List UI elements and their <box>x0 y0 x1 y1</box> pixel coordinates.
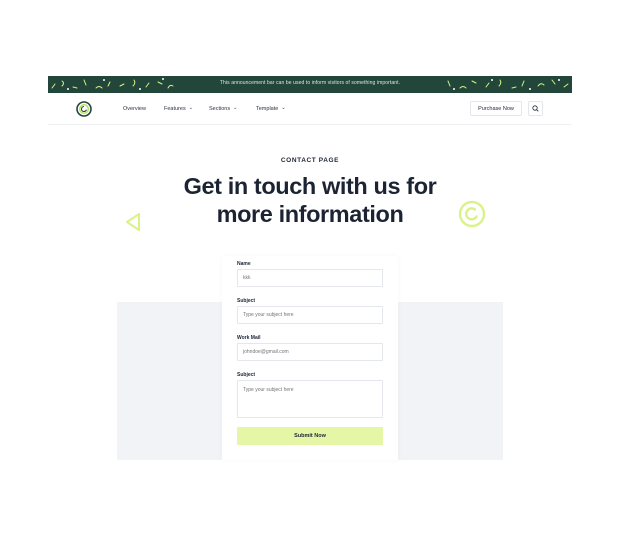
nav-features[interactable]: Features ⌄ <box>164 105 193 112</box>
chevron-down-icon: ⌄ <box>188 105 193 111</box>
nav-template[interactable]: Template ⌄ <box>256 105 286 112</box>
subject-label: Subject <box>237 298 256 304</box>
logo-icon[interactable] <box>76 101 92 117</box>
name-input[interactable] <box>237 269 383 287</box>
message-textarea[interactable] <box>237 380 383 418</box>
nav-sections-label: Sections <box>209 106 231 112</box>
nav-overview-label: Overview <box>123 106 146 112</box>
chevron-down-icon: ⌄ <box>233 105 238 111</box>
nav-sections[interactable]: Sections ⌄ <box>209 105 238 112</box>
announcement-bar: This announcement bar can be used to inf… <box>48 76 572 93</box>
nav-template-label: Template <box>256 106 279 112</box>
page-title-line1: Get in touch with us for <box>183 173 437 199</box>
subject-input[interactable] <box>237 306 383 324</box>
chevron-down-icon: ⌄ <box>281 105 286 111</box>
search-button[interactable] <box>528 101 543 116</box>
spiral-decor-icon <box>458 200 486 228</box>
nav-features-label: Features <box>164 106 186 112</box>
page-eyebrow: CONTACT PAGE <box>280 157 340 164</box>
name-label: Name <box>237 261 251 267</box>
page-frame: This announcement bar can be used to inf… <box>48 76 572 466</box>
submit-button[interactable]: Submit Now <box>237 427 383 445</box>
purchase-now-button[interactable]: Purchase Now <box>470 101 522 116</box>
work-mail-input[interactable] <box>237 343 383 361</box>
triangle-decor-icon <box>126 213 140 231</box>
message-subject-label: Subject <box>237 372 256 378</box>
search-icon <box>532 105 539 112</box>
work-mail-label: Work Mail <box>237 335 261 341</box>
navbar: Overview Features ⌄ Sections ⌄ Template … <box>48 93 572 125</box>
nav-overview[interactable]: Overview <box>123 106 146 112</box>
contact-form-card: Name Subject Work Mail Subject Submit No… <box>222 256 398 460</box>
confetti-right-decor <box>447 79 569 90</box>
